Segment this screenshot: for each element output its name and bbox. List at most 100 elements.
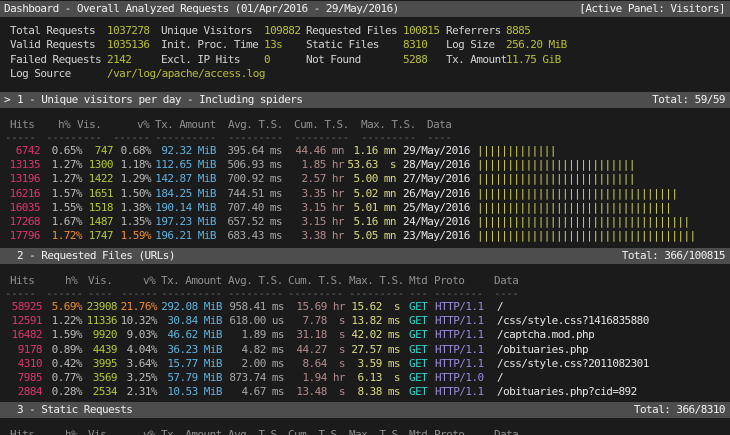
hits-bar: ||||||||||||||||||||||||||||||||||||: [477, 229, 696, 243]
header-underline-row: ----------------------------------------…: [0, 287, 730, 301]
hits-bar: ||||||||||||||||||||||||||: [477, 172, 635, 186]
cell-cum: 44.46 mn: [295, 144, 344, 158]
cell-hpct: 0.42%: [52, 357, 82, 371]
header-underline: -----: [5, 131, 35, 145]
metric-label: Log Source: [10, 67, 71, 81]
title-bar: Dashboard - Overall Analyzed Requests (0…: [0, 1, 730, 17]
cell-tx: 112.65 MiB: [155, 158, 216, 172]
table-row[interactable]: 67420.65%7470.68%92.32 MiB395.64 ms44.46…: [0, 144, 730, 158]
cell-avg: 744.51 ms: [227, 187, 282, 201]
overview-row: Failed Requests2142Excl. IP Hits0Not Fou…: [0, 53, 730, 67]
cell-proto: HTTP/1.1: [435, 314, 484, 328]
cell-vis: 23908: [87, 300, 117, 314]
column-header-proto: Proto: [434, 428, 464, 435]
cell-hpct: 0.28%: [52, 385, 82, 399]
table-row[interactable]: 43100.42%39953.64%15.77 MiB2.00 ms8.64 s…: [0, 357, 730, 371]
cell-avg: 618.00 us: [229, 314, 284, 328]
cell-vpct: 1.38%: [121, 201, 151, 215]
column-header-hpct: h%: [65, 274, 77, 288]
cell-tx: 196.21 MiB: [155, 229, 216, 243]
cell-vpct: 9.03%: [127, 328, 157, 342]
cell-avg: 683.43 ms: [227, 229, 282, 243]
table-row[interactable]: 28840.28%25342.31%10.53 MiB4.67 ms13.48 …: [0, 385, 730, 399]
header-underline: ---------: [288, 287, 343, 301]
hits-bar: |||||||||||||||||||||||||||||||||||: [477, 215, 690, 229]
metric-value: 1035136: [107, 38, 150, 52]
cell-data: 26/May/2016: [403, 187, 470, 201]
metric-label: Tx. Amount: [446, 53, 507, 67]
column-header-tx: Tx. Amount: [161, 274, 222, 288]
cell-hits: 58925: [12, 300, 42, 314]
cell-max: 42.02 ms: [351, 328, 400, 342]
cell-proto: HTTP/1.1: [435, 328, 484, 342]
header-underline: ---------: [294, 131, 349, 145]
cell-proto: HTTP/1.1: [435, 300, 484, 314]
cell-max: 5.00 mn: [353, 172, 396, 186]
hits-bar: ||||||||||||||||||||||||||||||||: [477, 201, 671, 215]
table-row[interactable]: 131961.27%14221.29%142.87 MiB700.92 ms2.…: [0, 172, 730, 186]
table-row[interactable]: 79850.77%35693.25%57.79 MiB873.74 ms1.94…: [0, 371, 730, 385]
column-header-mtd: Mtd: [409, 428, 427, 435]
table-row[interactable]: 91780.89%44394.04%36.23 MiB4.82 ms44.27 …: [0, 343, 730, 357]
cell-hpct: 1.22%: [52, 314, 82, 328]
cell-data: 28/May/2016: [403, 158, 470, 172]
metric-label: Referrers: [446, 24, 501, 38]
cell-tx: 190.14 MiB: [155, 201, 216, 215]
cell-cum: 1.94 hr: [302, 371, 345, 385]
expanded-panel-marker: >: [4, 92, 10, 108]
cell-vpct: 4.04%: [127, 343, 157, 357]
column-header-vis: Vis.: [88, 274, 112, 288]
table-row[interactable]: 131351.27%13001.18%112.65 MiB506.93 ms1.…: [0, 158, 730, 172]
panel-header-2[interactable]: 2 - Requested Files (URLs)Total: 366/100…: [0, 248, 730, 264]
cell-max: 1.16 mn: [353, 144, 396, 158]
goaccess-dashboard: Dashboard - Overall Analyzed Requests (0…: [0, 0, 730, 435]
metric-value: 13s: [264, 38, 282, 52]
panel-header-3[interactable]: 3 - Static RequestsTotal: 366/8310: [0, 402, 730, 418]
header-underline: ------: [46, 287, 82, 301]
table-row[interactable]: 160351.55%15181.38%190.14 MiB707.40 ms3.…: [0, 201, 730, 215]
header-underline: ---: [409, 287, 427, 301]
cell-hpct: 1.27%: [52, 172, 82, 186]
cell-vpct: 1.29%: [121, 172, 151, 186]
cell-data: /obituaries.php: [497, 343, 588, 357]
table-row[interactable]: 177961.72%17471.59%196.21 MiB683.43 ms3.…: [0, 229, 730, 243]
metric-label: Not Found: [306, 53, 361, 67]
header-underline-row: ----------------------------------------…: [0, 131, 730, 145]
column-header-data: Data: [427, 118, 451, 132]
column-header-row: Hitsh%Vis.v%Tx. AmountAvg. T.S.Cum. T.S.…: [0, 118, 730, 132]
cell-hpct: 0.77%: [52, 371, 82, 385]
hits-bar: ||||||||||||||||||||||||||: [477, 158, 635, 172]
cell-mtd: GET: [409, 300, 427, 314]
table-row[interactable]: 125911.22%1133610.32%30.84 MiB618.00 us7…: [0, 314, 730, 328]
cell-data: 25/May/2016: [403, 201, 470, 215]
table-row[interactable]: 162161.57%16511.50%184.25 MiB744.51 ms3.…: [0, 187, 730, 201]
panel-header-1[interactable]: >1 - Unique visitors per day - Including…: [0, 92, 730, 108]
cell-max: 13.82 ms: [351, 314, 400, 328]
cell-vpct: 3.25%: [127, 371, 157, 385]
header-underline: ---------: [228, 131, 283, 145]
column-header-hits: Hits: [10, 274, 34, 288]
cell-hpct: 1.57%: [52, 187, 82, 201]
header-underline: ----: [88, 287, 112, 301]
table-row[interactable]: 172681.67%14871.35%197.23 MiB657.52 ms3.…: [0, 215, 730, 229]
cell-cum: 3.38 hr: [301, 229, 344, 243]
cell-mtd: GET: [409, 328, 427, 342]
cell-tx: 30.84 MiB: [167, 314, 222, 328]
table-row[interactable]: 164821.59%99209.03%46.62 MiB1.89 ms31.18…: [0, 328, 730, 342]
cell-hits: 7985: [18, 371, 42, 385]
cell-tx: 197.23 MiB: [155, 215, 216, 229]
cell-vis: 747: [95, 144, 113, 158]
cell-avg: 2.00 ms: [241, 357, 284, 371]
cell-avg: 657.52 ms: [227, 215, 282, 229]
panel-title: 2 - Requested Files (URLs): [17, 248, 175, 264]
column-header-row: Hitsh%Vis.v%Tx. AmountAvg. T.S.Cum. T.S.…: [0, 274, 730, 288]
cell-vis: 4439: [93, 343, 117, 357]
cell-hits: 2884: [18, 385, 42, 399]
metric-value: 109882: [264, 24, 300, 38]
table-row[interactable]: 589255.69%2390821.76%292.08 MiB958.41 ms…: [0, 300, 730, 314]
column-header-avg: Avg. T.S.: [228, 274, 283, 288]
column-header-proto: Proto: [434, 274, 464, 288]
metric-label: Total Requests: [10, 24, 95, 38]
cell-max: 5.02 mn: [353, 187, 396, 201]
cell-max: 15.62 s: [351, 300, 400, 314]
